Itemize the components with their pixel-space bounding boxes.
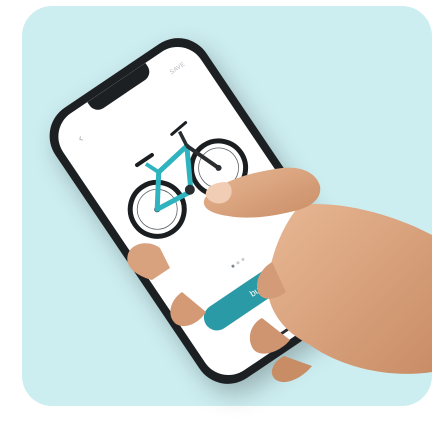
bike-icon <box>127 121 249 239</box>
carousel-dot[interactable] <box>240 257 246 262</box>
chevron-left-icon: ‹ <box>74 131 86 146</box>
back-button[interactable]: ‹ <box>69 127 91 149</box>
top-right-action[interactable]: SAVE <box>169 62 186 76</box>
carousel-dot[interactable] <box>235 260 241 265</box>
carousel-dot[interactable] <box>230 264 236 269</box>
carousel-dots <box>230 257 246 269</box>
product-image[interactable] <box>82 80 270 261</box>
